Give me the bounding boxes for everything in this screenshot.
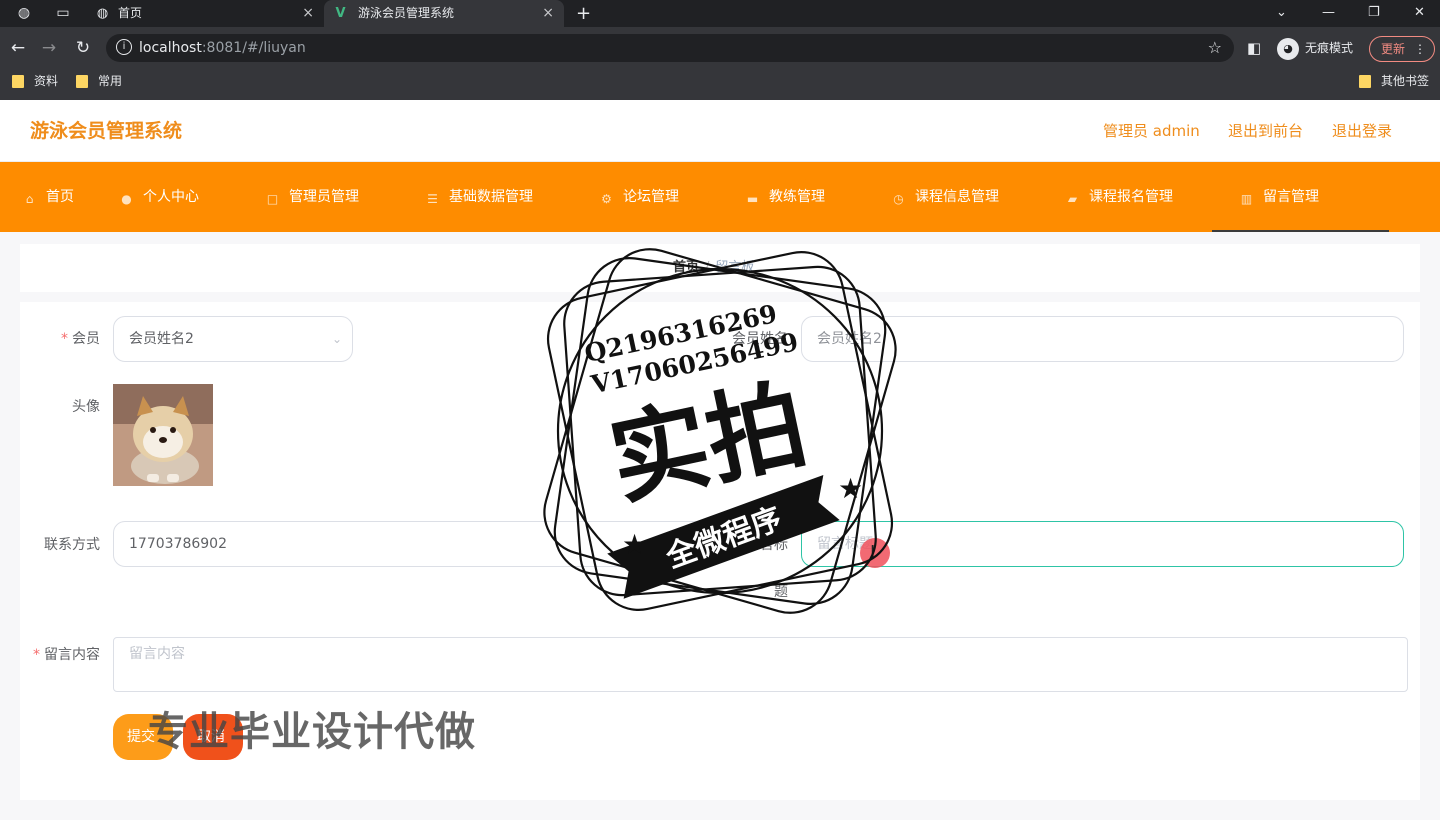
- message-content-textarea[interactable]: 留言内容: [113, 637, 1408, 692]
- tab-title: 游泳会员管理系统: [358, 6, 455, 20]
- nav-item-profile[interactable]: ● 个人中心: [119, 162, 199, 232]
- browser-tab-bar: ◍ ▭ ◍ 首页 × V 游泳会员管理系统 × + ⌄ — ❐ ✕: [0, 0, 1440, 27]
- watermark-star-right-icon: ★: [838, 472, 863, 505]
- to-front-link[interactable]: 退出到前台: [1228, 100, 1303, 162]
- new-tab-button[interactable]: +: [576, 0, 591, 27]
- folder-icon: ▬: [746, 192, 759, 206]
- phone-label: 联系方式: [44, 537, 100, 553]
- nav-item-coach[interactable]: ▬ 教练管理: [745, 162, 825, 232]
- nav-item-course-info[interactable]: ◷ 课程信息管理: [891, 162, 999, 232]
- globe-icon: ◍: [96, 6, 109, 21]
- address-bar[interactable]: i localhost:8081/#/liuyan ☆: [106, 34, 1234, 62]
- settings-icon: ⚙: [601, 192, 612, 206]
- admin-user-label: 管理员 admin: [1103, 122, 1200, 140]
- other-bookmarks[interactable]: 其他书签: [1359, 69, 1429, 94]
- nav-item-messages[interactable]: ▥ 留言管理: [1212, 162, 1389, 232]
- watermark-bottom-text: 专业毕业设计代做: [148, 709, 476, 755]
- nav-item-admin-mgmt[interactable]: □ 管理员管理: [265, 162, 359, 232]
- nav-item-base-data[interactable]: ☰ 基础数据管理: [425, 162, 533, 232]
- incognito-label: 无痕模式: [1305, 41, 1354, 55]
- clock-icon: ◷: [893, 192, 904, 206]
- close-window-button[interactable]: ✕: [1414, 0, 1425, 25]
- message-content-label: * 留言内容: [33, 647, 100, 663]
- avatar-image: [113, 384, 213, 486]
- restore-button[interactable]: ❐: [1368, 0, 1380, 25]
- avatar-label: 头像: [72, 399, 100, 415]
- app-header: 游泳会员管理系统 管理员 admin 退出到前台 退出登录: [0, 100, 1440, 162]
- minimize-button[interactable]: —: [1322, 0, 1335, 25]
- watermark-star-left-icon: ★: [622, 528, 647, 561]
- list-icon: ☰: [427, 192, 438, 206]
- tab-search-icon[interactable]: ▭: [55, 5, 71, 21]
- member-label: * 会员: [61, 331, 100, 347]
- url-text: localhost:8081/#/liuyan: [139, 40, 306, 56]
- home-icon: ⌂: [25, 192, 34, 206]
- app-title: 游泳会员管理系统: [30, 120, 183, 142]
- bookmark-folder-ziliao[interactable]: 资料: [12, 69, 58, 94]
- bookmark-star-icon[interactable]: ☆: [1208, 34, 1222, 62]
- forward-arrow-icon[interactable]: →: [37, 35, 61, 61]
- cart-icon: ▰: [1067, 192, 1078, 206]
- tab-home[interactable]: ◍ 首页 ×: [86, 0, 324, 27]
- close-tab-icon[interactable]: ×: [302, 0, 314, 27]
- main-nav: ⌂ 首页 ● 个人中心 □ 管理员管理 ☰ 基础数据管理 ⚙ 论坛管理 ▬ 教练管理 ◷ 课程…: [0, 162, 1440, 232]
- member-select[interactable]: 会员姓名2 ⌄: [113, 316, 353, 362]
- back-arrow-icon[interactable]: ←: [6, 35, 30, 61]
- square-icon: □: [266, 192, 279, 206]
- watermark-stamp: Q2196316269 V17060256499 实拍 全微程序 ★ ★: [543, 248, 897, 614]
- required-mark: *: [33, 647, 40, 663]
- tab-list-chevron-icon[interactable]: ⌄: [1276, 0, 1287, 25]
- chevron-down-icon: ⌄: [331, 332, 342, 346]
- user-icon: ●: [121, 192, 132, 206]
- nav-item-home[interactable]: ⌂ 首页: [22, 162, 74, 232]
- chart-icon: ▥: [1240, 192, 1253, 206]
- bookmark-folder-changyong[interactable]: 常用: [76, 69, 122, 94]
- nav-item-forum[interactable]: ⚙ 论坛管理: [599, 162, 679, 232]
- close-tab-icon[interactable]: ×: [542, 0, 554, 27]
- tab-title: 首页: [118, 6, 143, 20]
- tab-swim-admin[interactable]: V 游泳会员管理系统 ×: [324, 0, 564, 27]
- incognito-icon: ◕: [1277, 38, 1299, 60]
- browser-menu-globe-icon[interactable]: ◍: [16, 5, 32, 21]
- update-button[interactable]: 更新 ⋮: [1369, 36, 1435, 62]
- side-panel-icon[interactable]: ◧: [1247, 37, 1261, 59]
- vue-logo-icon: V: [335, 6, 346, 21]
- bookmarks-bar: 资料 常用 其他书签: [0, 69, 1440, 100]
- logout-link[interactable]: 退出登录: [1332, 100, 1392, 162]
- reload-icon[interactable]: ↻: [71, 35, 95, 61]
- required-mark: *: [61, 331, 68, 347]
- site-info-icon[interactable]: i: [116, 39, 132, 55]
- nav-item-course-signup[interactable]: ▰ 课程报名管理: [1065, 162, 1173, 232]
- more-menu-icon[interactable]: ⋮: [1414, 37, 1426, 61]
